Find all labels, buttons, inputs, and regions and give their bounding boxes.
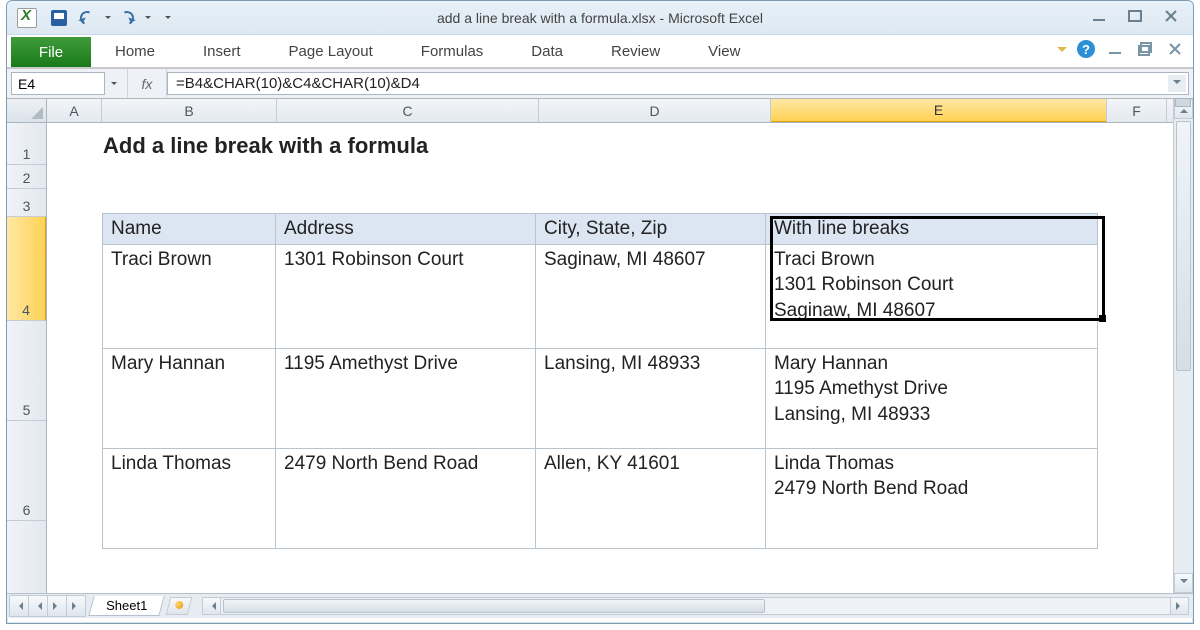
close-button[interactable] (1161, 6, 1181, 26)
header-combined: With line breaks (766, 214, 1098, 245)
cell-city[interactable]: Saginaw, MI 48607 (536, 244, 766, 348)
table-row: Mary Hannan 1195 Amethyst Drive Lansing,… (103, 348, 1098, 448)
col-header-b[interactable]: B (102, 99, 277, 122)
sheet-nav-first[interactable] (9, 595, 29, 617)
save-icon (51, 10, 67, 26)
header-city: City, State, Zip (536, 214, 766, 245)
vscroll-thumb[interactable] (1176, 121, 1191, 371)
cell-name[interactable]: Traci Brown (103, 244, 276, 348)
cell-combined[interactable]: Traci Brown 1301 Robinson Court Saginaw,… (766, 244, 1098, 348)
col-header-e[interactable]: E (771, 99, 1107, 122)
save-button[interactable] (47, 6, 71, 30)
tab-insert[interactable]: Insert (179, 35, 265, 67)
col-header-a[interactable]: A (47, 99, 102, 122)
split-handle-top[interactable] (1175, 98, 1191, 107)
horizontal-scrollbar[interactable] (202, 597, 1189, 615)
cell-city[interactable]: Lansing, MI 48933 (536, 348, 766, 448)
row-header-4[interactable]: 4 (7, 217, 46, 321)
table-row: Linda Thomas 2479 North Bend Road Allen,… (103, 448, 1098, 548)
sheet-nav-last[interactable] (66, 595, 86, 617)
undo-button[interactable] (75, 6, 99, 30)
window-title: add a line break with a formula.xlsx - M… (7, 10, 1193, 26)
expand-formula-bar-button[interactable] (1168, 75, 1186, 92)
qat-customize-icon[interactable] (165, 16, 171, 22)
cell-combined[interactable]: Linda Thomas 2479 North Bend Road (766, 448, 1098, 548)
minimize-ribbon-icon[interactable] (1057, 47, 1067, 57)
cell-name[interactable]: Linda Thomas (103, 448, 276, 548)
scroll-left-button[interactable] (203, 598, 221, 614)
scroll-right-button[interactable] (1170, 598, 1188, 614)
sheet-nav-buttons (7, 595, 87, 617)
scroll-down-button[interactable] (1174, 573, 1193, 593)
tab-page-layout[interactable]: Page Layout (265, 35, 397, 67)
col-header-c[interactable]: C (277, 99, 539, 122)
tab-home[interactable]: Home (91, 35, 179, 67)
spreadsheet-grid: A B C D E F 1 2 3 4 5 6 Add a line break… (7, 99, 1193, 593)
redo-icon (118, 9, 136, 27)
row-headers: 1 2 3 4 5 6 (7, 123, 47, 593)
workbook-minimize-button[interactable] (1105, 39, 1125, 59)
tab-data[interactable]: Data (507, 35, 587, 67)
cell-combined[interactable]: Mary Hannan 1195 Amethyst Drive Lansing,… (766, 348, 1098, 448)
undo-icon (78, 9, 96, 27)
cell-address[interactable]: 1301 Robinson Court (276, 244, 536, 348)
sheet-nav-prev[interactable] (28, 595, 48, 617)
formula-input[interactable]: =B4&CHAR(10)&C4&CHAR(10)&D4 (167, 72, 1189, 95)
redo-dropdown-icon[interactable] (145, 16, 151, 22)
tab-view[interactable]: View (684, 35, 764, 67)
redo-button[interactable] (115, 6, 139, 30)
excel-logo-icon (17, 8, 37, 28)
sheet-tab-active[interactable]: Sheet1 (88, 596, 165, 616)
insert-function-button[interactable]: fx (127, 69, 167, 98)
maximize-button[interactable] (1125, 6, 1145, 26)
row-header-1[interactable]: 1 (7, 123, 46, 165)
cell-area[interactable]: Add a line break with a formula Name Add… (47, 123, 1193, 593)
name-box-dropdown[interactable] (105, 72, 121, 95)
ribbon-tabs: File Home Insert Page Layout Formulas Da… (7, 35, 1193, 69)
table-header-row: Name Address City, State, Zip With line … (103, 214, 1098, 245)
row-header-5[interactable]: 5 (7, 321, 46, 421)
title-bar: add a line break with a formula.xlsx - M… (7, 1, 1193, 35)
header-name: Name (103, 214, 276, 245)
name-box[interactable]: E4 (11, 72, 105, 95)
help-icon[interactable]: ? (1077, 40, 1095, 58)
ribbon-right-controls: ? (1057, 39, 1185, 59)
sheet-tab-bar: Sheet1 (7, 593, 1193, 618)
row-header-3[interactable]: 3 (7, 189, 46, 217)
col-header-d[interactable]: D (539, 99, 771, 122)
cell-address[interactable]: 2479 North Bend Road (276, 448, 536, 548)
quick-access-toolbar (7, 6, 171, 30)
header-address: Address (276, 214, 536, 245)
cell-name[interactable]: Mary Hannan (103, 348, 276, 448)
row-header-6[interactable]: 6 (7, 421, 46, 521)
cell-city[interactable]: Allen, KY 41601 (536, 448, 766, 548)
minimize-button[interactable] (1089, 6, 1109, 26)
col-header-f[interactable]: F (1107, 99, 1167, 122)
undo-dropdown-icon[interactable] (105, 16, 111, 22)
sheet-title: Add a line break with a formula (103, 133, 428, 159)
row-header-2[interactable]: 2 (7, 165, 46, 189)
column-headers: A B C D E F (7, 99, 1193, 123)
excel-window: add a line break with a formula.xlsx - M… (6, 0, 1194, 624)
workbook-restore-button[interactable] (1135, 39, 1155, 59)
tab-review[interactable]: Review (587, 35, 684, 67)
file-tab[interactable]: File (11, 37, 91, 67)
window-controls (1089, 6, 1181, 26)
select-all-corner[interactable] (7, 99, 47, 123)
tab-formulas[interactable]: Formulas (397, 35, 508, 67)
sheet-nav-next[interactable] (47, 595, 67, 617)
workbook-close-button[interactable] (1165, 39, 1185, 59)
vertical-scrollbar[interactable] (1173, 99, 1193, 593)
new-sheet-button[interactable] (166, 597, 193, 615)
formula-text: =B4&CHAR(10)&C4&CHAR(10)&D4 (176, 75, 420, 92)
fill-handle[interactable] (1099, 315, 1106, 322)
hscroll-thumb[interactable] (223, 599, 765, 613)
formula-bar: E4 fx =B4&CHAR(10)&C4&CHAR(10)&D4 (7, 69, 1193, 99)
cell-address[interactable]: 1195 Amethyst Drive (276, 348, 536, 448)
table-row: Traci Brown 1301 Robinson Court Saginaw,… (103, 244, 1098, 348)
data-table: Name Address City, State, Zip With line … (102, 213, 1098, 549)
